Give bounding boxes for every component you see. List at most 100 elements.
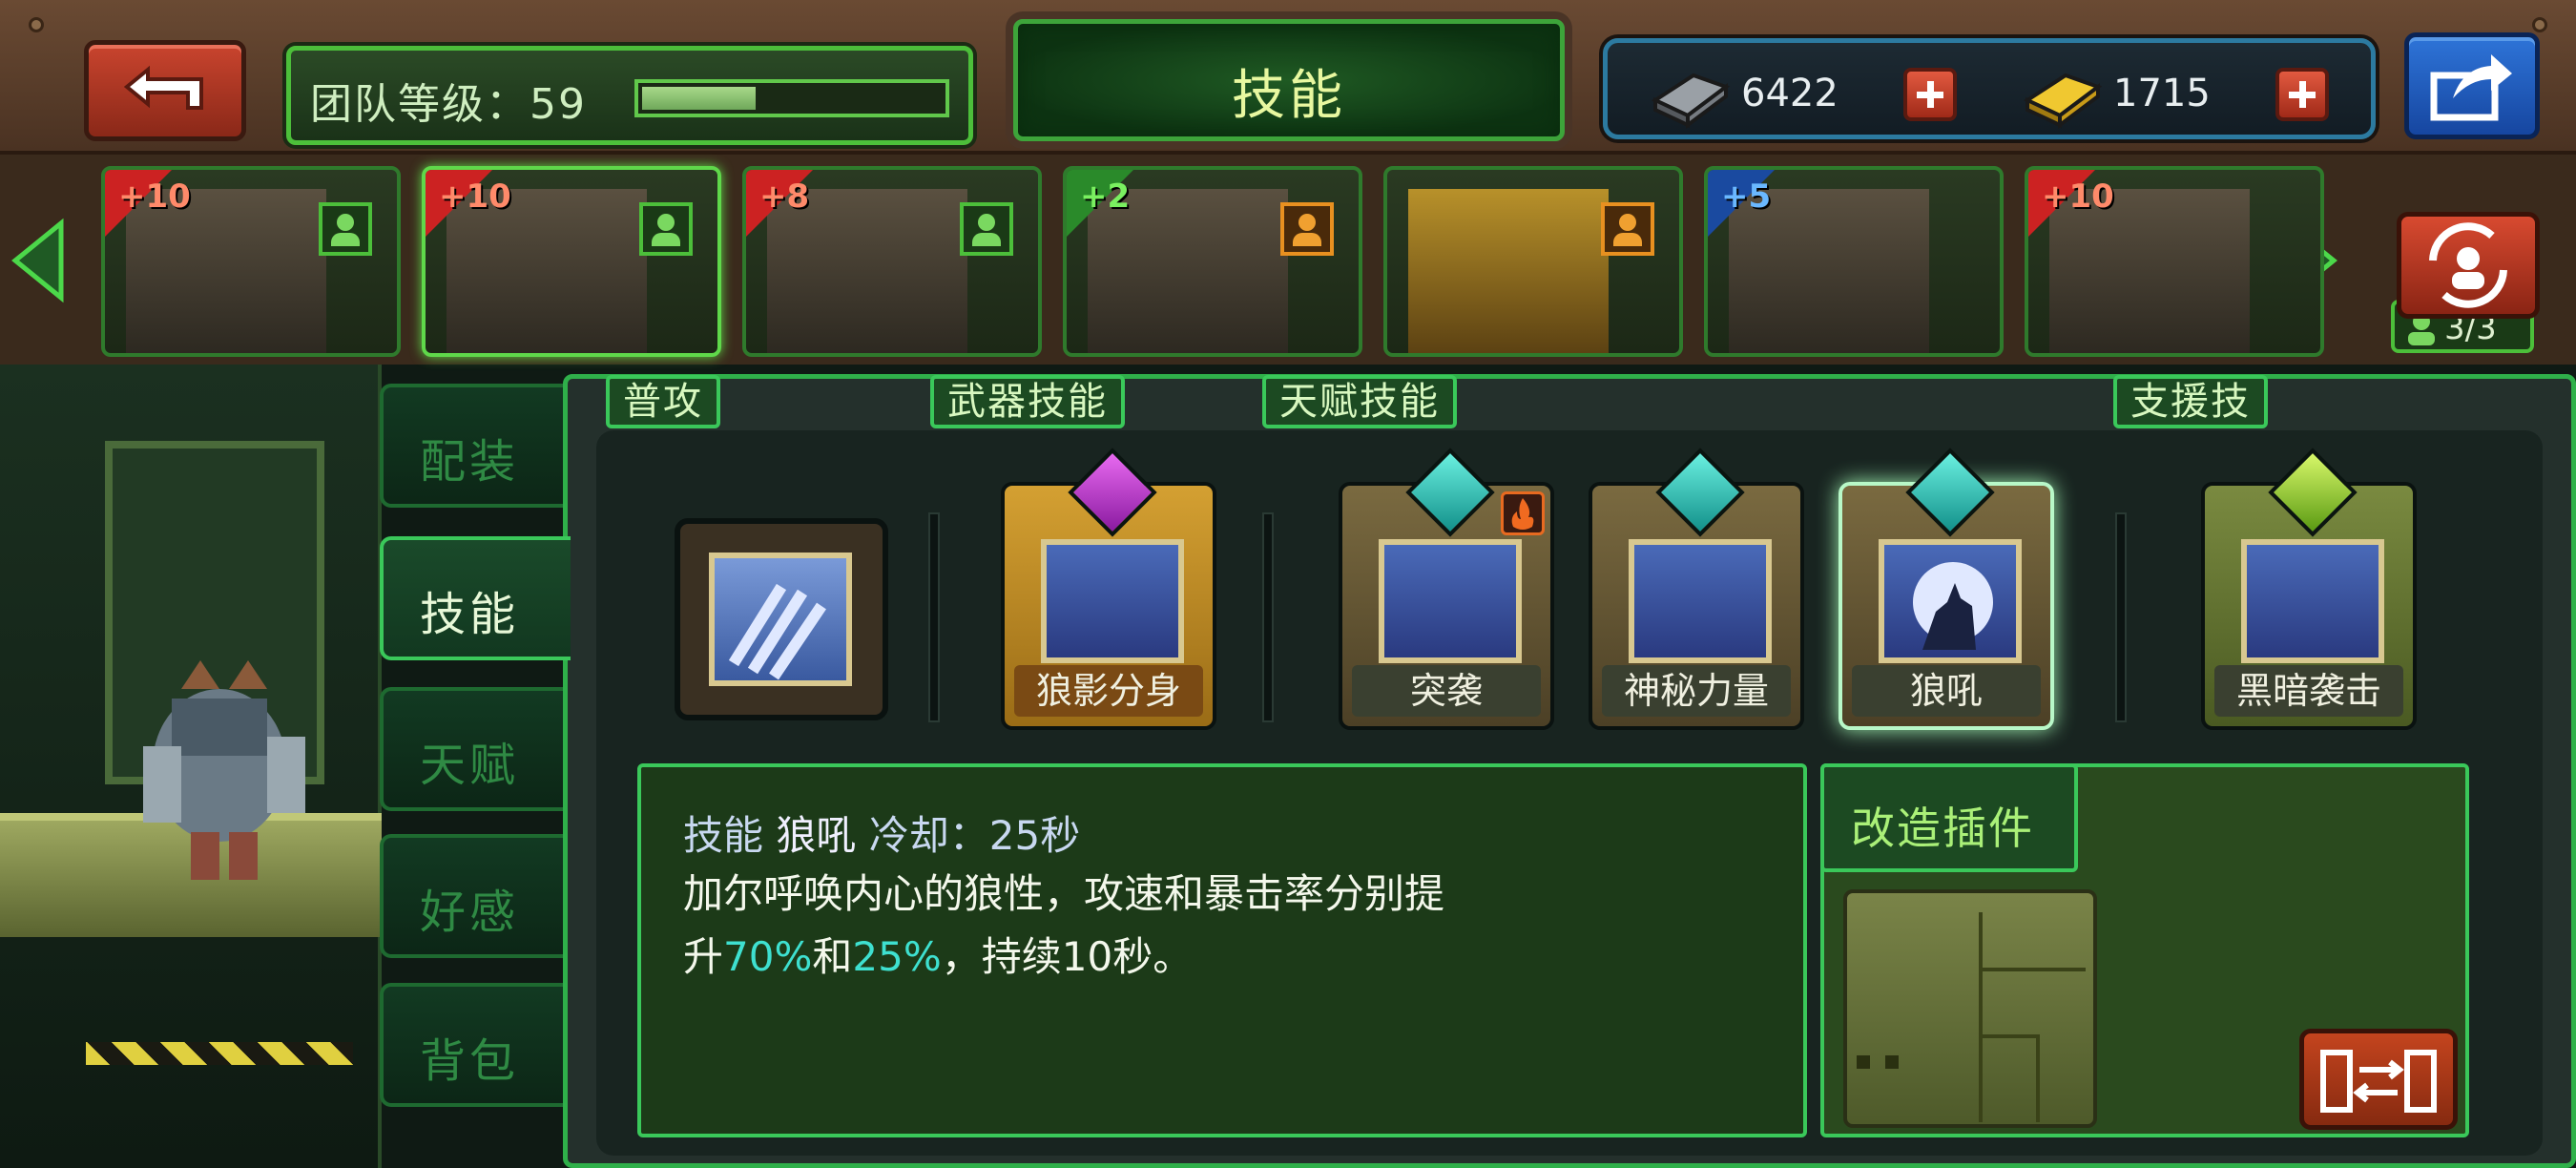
share-icon <box>2430 54 2512 121</box>
silver-ingot-icon <box>1651 73 1731 129</box>
team-level-label: 团队等级：59 <box>310 80 587 129</box>
hero-card[interactable]: +8 <box>742 166 1042 357</box>
mod-plugin-panel: 改造插件 <box>1820 763 2469 1137</box>
skill-card-dark-strike[interactable]: 黑暗袭击 <box>2201 448 2417 730</box>
share-button[interactable] <box>2404 32 2540 139</box>
fire-icon <box>1501 491 1545 535</box>
team-member-icon <box>319 202 372 256</box>
divider <box>1262 512 1274 722</box>
skill-description-header: 技能 狼吼 冷却：25秒 <box>683 803 1080 862</box>
back-arrow-icon <box>123 65 203 110</box>
tab-skills[interactable]: 技能 <box>380 536 571 660</box>
skill-card-wolf-howl[interactable]: 狼吼 <box>1839 448 2054 730</box>
add-silver-button[interactable] <box>1903 68 1957 121</box>
werewolf-hero-sprite <box>143 660 305 880</box>
tab-label: 好感 <box>420 886 520 939</box>
tab-label: 背包 <box>420 1034 520 1088</box>
divider <box>2115 512 2127 722</box>
team-level-progress-fill <box>642 87 757 110</box>
hero-bonus-level: +5 <box>1721 177 1772 216</box>
hero-card[interactable]: +10 <box>2025 166 2324 357</box>
description-line-1: 加尔呼唤内心的狼性，攻速和暴击率分别提 <box>683 870 1445 917</box>
skill-description-box: 技能 狼吼 冷却：25秒 加尔呼唤内心的狼性，攻速和暴击率分别提 升70%和25… <box>637 763 1807 1137</box>
attack-speed-value: 70% <box>723 933 813 980</box>
swap-person-icon <box>2429 222 2507 308</box>
support-role-icon <box>1280 202 1334 256</box>
divider <box>928 512 940 722</box>
description-line-2: 升70%和25%，持续10秒。 <box>683 926 1752 989</box>
wolf-clone-icon <box>1041 539 1184 663</box>
claw-icon <box>709 553 852 686</box>
skill-name: 狼吼 <box>1852 665 2041 717</box>
hero-selection-strip: +10 +10 +8 +2 +5 +10 3/3 <box>0 155 2576 365</box>
skill-card-mystic-power[interactable]: 神秘力量 <box>1589 448 1804 730</box>
tab-affinity[interactable]: 好感 <box>380 834 563 958</box>
page-title: 技能 <box>1232 65 1346 127</box>
crit-rate-value: 25% <box>852 933 942 980</box>
skill-card-assault[interactable]: 突袭 <box>1339 448 1554 730</box>
howling-wolf-moon-icon <box>1879 539 2022 663</box>
hero-bonus-level: +8 <box>759 177 810 216</box>
section-basic-attack: 普攻 <box>606 375 720 428</box>
hero-card[interactable]: +5 <box>1704 166 2004 357</box>
hero-card[interactable]: +2 <box>1063 166 1362 357</box>
team-member-icon <box>960 202 1013 256</box>
top-bar: 团队等级：59 技能 6422 1715 <box>0 0 2576 155</box>
mod-plugin-title-tab: 改造插件 <box>1820 763 2078 872</box>
hero-bonus-level: +2 <box>1080 177 1131 216</box>
team-level-progress-bar <box>634 79 949 117</box>
tab-backpack[interactable]: 背包 <box>380 983 563 1107</box>
gold-ingot-icon <box>2023 73 2103 129</box>
skill-description-text: 加尔呼唤内心的狼性，攻速和暴击率分别提 升70%和25%，持续10秒。 <box>683 863 1752 989</box>
plugin-chip-slot[interactable] <box>1843 889 2097 1128</box>
currency-silver: 6422 <box>1646 62 1961 129</box>
wolf-head-icon <box>1379 539 1522 663</box>
skill-name: 黑暗袭击 <box>2214 665 2403 717</box>
hero-card[interactable] <box>1383 166 1683 357</box>
tab-talent[interactable]: 天赋 <box>380 687 563 811</box>
skill-name: 神秘力量 <box>1602 665 1791 717</box>
text: ，持续10秒。 <box>941 933 1194 980</box>
hero-bonus-level: +10 <box>2042 177 2114 216</box>
character-preview <box>0 365 382 1168</box>
hero-portrait <box>1408 189 1609 353</box>
hero-card[interactable]: +10 <box>422 166 721 357</box>
tab-label: 配装 <box>420 435 520 489</box>
skill-card-wolf-shadow-clone[interactable]: 狼影分身 <box>1001 448 1216 730</box>
page-title-panel: 技能 <box>1013 19 1565 141</box>
swap-team-button[interactable] <box>2397 212 2540 319</box>
back-button[interactable] <box>84 40 246 141</box>
text: 和 <box>812 933 853 980</box>
section-support-skill: 支援技 <box>2113 375 2268 428</box>
hazard-stripe-decor <box>86 1042 353 1065</box>
team-member-icon <box>639 202 693 256</box>
section-weapon-skill: 武器技能 <box>930 375 1125 428</box>
skill-cooldown: 冷却：25秒 <box>868 812 1081 859</box>
hero-card[interactable]: +10 <box>101 166 401 357</box>
currency-gold: 1715 <box>2018 62 2333 129</box>
basic-attack-card[interactable] <box>675 518 888 720</box>
currency-panel: 6422 1715 <box>1603 38 2376 139</box>
mystic-burst-icon <box>1629 539 1772 663</box>
silver-amount: 6422 <box>1741 72 1839 115</box>
support-role-icon <box>1601 202 1654 256</box>
gold-amount: 1715 <box>2113 72 2211 115</box>
tab-loadout[interactable]: 配装 <box>380 384 563 508</box>
tab-label: 天赋 <box>420 739 520 792</box>
mod-plugin-title: 改造插件 <box>1851 803 2034 854</box>
section-talent-skill: 天赋技能 <box>1262 375 1457 428</box>
plugin-swap-button[interactable] <box>2299 1029 2458 1130</box>
team-level-panel: 团队等级：59 <box>286 46 973 145</box>
text: 升 <box>683 933 724 980</box>
selected-skill-name: 狼吼 <box>776 812 857 859</box>
hero-bonus-level: +10 <box>439 177 511 216</box>
hero-bonus-level: +10 <box>118 177 191 216</box>
tab-label: 技能 <box>420 588 520 641</box>
scroll-left-arrow-icon[interactable] <box>10 218 67 303</box>
skill-name: 狼影分身 <box>1014 665 1203 717</box>
rivet-decor <box>2532 17 2547 32</box>
add-gold-button[interactable] <box>2275 68 2329 121</box>
rivet-decor <box>29 17 44 32</box>
swap-arrows-icon <box>2320 1050 2437 1113</box>
wolf-bite-icon <box>2241 539 2384 663</box>
